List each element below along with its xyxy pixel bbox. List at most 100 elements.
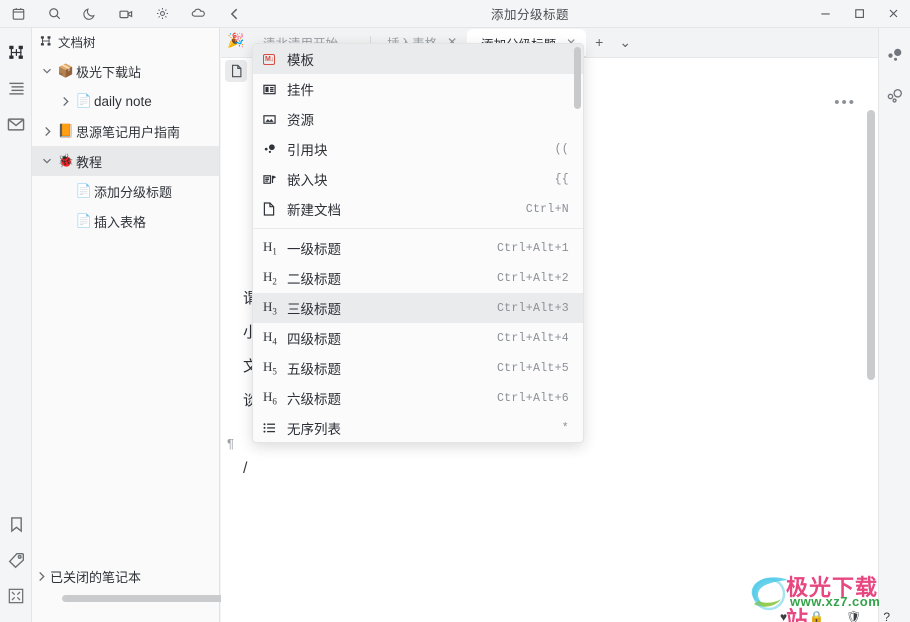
closed-notebooks-label: 已关闭的笔记本 <box>50 569 142 585</box>
paragraph-mark: ¶ <box>227 436 234 451</box>
menu-item-markdown[interactable]: M↓ 模板 <box>253 44 583 74</box>
tree-item-icon: 📄 <box>75 93 93 108</box>
tree-item-label: 添加分级标题 <box>94 184 173 200</box>
chevron-right-icon[interactable] <box>56 86 74 116</box>
calendar-icon[interactable] <box>0 0 36 28</box>
chevron-left-icon[interactable] <box>216 0 252 28</box>
chevron-down-icon[interactable] <box>38 56 56 86</box>
menu-item-shortcut: Ctrl+Alt+5 <box>496 361 569 375</box>
slash-command-line: / <box>243 460 248 477</box>
menu-divider <box>253 228 583 229</box>
menu-item-label: 三级标题 <box>287 302 341 317</box>
menu-item-h1[interactable]: H1 一级标题 Ctrl+Alt+1 <box>253 233 583 263</box>
tree-item[interactable]: 📙 思源笔记用户指南 <box>32 116 219 146</box>
menu-item-shortcut: Ctrl+Alt+2 <box>496 271 569 285</box>
minimize-button[interactable] <box>808 0 842 28</box>
tree-item[interactable]: 📦 极光下载站 <box>32 56 219 86</box>
h1-icon: H1 <box>263 239 277 257</box>
tag-icon[interactable] <box>0 542 32 578</box>
menu-item-bullet-list[interactable]: 无序列表 * <box>253 413 583 442</box>
tree-item-label: 思源笔记用户指南 <box>76 124 181 140</box>
pinned-doc-icon[interactable]: 🎉 <box>227 32 244 49</box>
sidebar-header-label: 文档树 <box>58 35 96 50</box>
doc-tree-header-icon <box>40 35 52 47</box>
moon-icon[interactable] <box>72 0 108 28</box>
slash-menu-scrollbar[interactable] <box>574 47 581 109</box>
tree-item-icon: 📦 <box>57 63 75 78</box>
tree-item-label: 极光下载站 <box>76 64 142 80</box>
menu-item-shortcut: {{ <box>554 172 569 186</box>
menu-item-shortcut: Ctrl+Alt+6 <box>496 391 569 405</box>
app-window: 添加分级标题 文档树 📦 极光下载站 📄 daily note 📙 思源笔记用户… <box>0 0 910 622</box>
video-icon[interactable] <box>108 0 144 28</box>
new-tab-button[interactable]: + <box>586 27 612 57</box>
graph-icon[interactable] <box>879 36 910 76</box>
fullscreen-icon[interactable] <box>0 578 32 614</box>
toolbar-left-group <box>0 0 252 28</box>
menu-item-embed-block[interactable]: 嵌入块 {{ <box>253 164 583 194</box>
menu-item-shortcut: Ctrl+Alt+3 <box>496 301 569 315</box>
menu-item-shortcut: * <box>561 421 569 435</box>
slash-menu-items: M↓ 模板挂件资源引用块 (( 嵌入块 {{ 新建文档 Ctrl+N H1 一级标题 Ctrl+A… <box>253 44 583 442</box>
menu-item-shortcut: (( <box>554 142 569 156</box>
menu-item-image[interactable]: 资源 <box>253 104 583 134</box>
bullet-list-icon <box>263 422 287 434</box>
menu-item-h6[interactable]: H6 六级标题 Ctrl+Alt+6 <box>253 383 583 413</box>
menu-item-label: 嵌入块 <box>287 173 328 188</box>
chevron-down-icon[interactable] <box>38 146 56 176</box>
menu-item-label: 无序列表 <box>287 422 341 437</box>
tree-item-label: daily note <box>94 93 152 109</box>
bookmark-icon[interactable] <box>0 506 32 542</box>
editor-vertical-scrollbar[interactable] <box>867 110 875 380</box>
image-icon <box>263 113 287 126</box>
global-graph-icon[interactable] <box>879 76 910 116</box>
sidebar-header: 文档树 <box>32 28 219 54</box>
tree-item[interactable]: 🐞 教程 <box>32 146 219 176</box>
tree-item-icon: 📄 <box>75 183 93 198</box>
chevron-right-icon[interactable] <box>38 116 56 146</box>
menu-item-shortcut: Ctrl+Alt+4 <box>496 331 569 345</box>
outline-icon[interactable] <box>0 70 32 106</box>
menu-item-h3[interactable]: H3 三级标题 Ctrl+Alt+3 <box>253 293 583 323</box>
closed-notebooks-row[interactable]: 已关闭的笔记本 <box>32 562 220 590</box>
right-icon-rail <box>878 28 910 622</box>
h5-icon: H5 <box>263 359 277 377</box>
maximize-button[interactable] <box>842 0 876 28</box>
menu-item-h2[interactable]: H2 二级标题 Ctrl+Alt+2 <box>253 263 583 293</box>
title-bar: 添加分级标题 <box>0 0 910 28</box>
window-title: 添加分级标题 <box>490 8 569 22</box>
tree-item-icon: 📄 <box>75 213 93 228</box>
tree-item-label: 插入表格 <box>94 214 147 230</box>
menu-item-label: 引用块 <box>287 143 328 158</box>
menu-item-quote-block[interactable]: 引用块 (( <box>253 134 583 164</box>
close-button[interactable] <box>876 0 910 28</box>
slash-command-menu[interactable]: M↓ 模板挂件资源引用块 (( 嵌入块 {{ 新建文档 Ctrl+N H1 一级标题 Ctrl+A… <box>252 43 584 443</box>
menu-item-label: 模板 <box>287 53 314 68</box>
inbox-icon[interactable] <box>0 106 32 142</box>
doc-tree-icon[interactable] <box>0 34 32 70</box>
tree-item[interactable]: 📄 添加分级标题 <box>32 176 219 206</box>
search-icon[interactable] <box>36 0 72 28</box>
tab-list-chevron-icon[interactable]: ⌄ <box>612 27 638 57</box>
menu-item-label: 六级标题 <box>287 392 341 407</box>
markdown-icon: M↓ <box>263 53 276 65</box>
doc-tree-list: 📦 极光下载站 📄 daily note 📙 思源笔记用户指南 🐞 教程 📄 添加分级标题 📄 插入表… <box>32 54 219 236</box>
menu-item-h5[interactable]: H5 五级标题 Ctrl+Alt+5 <box>253 353 583 383</box>
left-icon-rail <box>0 28 32 622</box>
menu-item-label: 四级标题 <box>287 332 341 347</box>
menu-item-label: 一级标题 <box>287 242 341 257</box>
tree-item[interactable]: 📄 插入表格 <box>32 206 219 236</box>
menu-item-label: 新建文档 <box>287 203 341 218</box>
h2-icon: H2 <box>263 269 277 287</box>
tree-item[interactable]: 📄 daily note <box>32 86 219 116</box>
chevron-right-icon[interactable] <box>32 561 50 591</box>
gear-icon[interactable] <box>144 0 180 28</box>
menu-item-h4[interactable]: H4 四级标题 Ctrl+Alt+4 <box>253 323 583 353</box>
window-controls <box>808 0 910 28</box>
menu-item-new-doc[interactable]: 新建文档 Ctrl+N <box>253 194 583 224</box>
menu-item-widget[interactable]: 挂件 <box>253 74 583 104</box>
h4-icon: H4 <box>263 329 277 347</box>
menu-item-label: 挂件 <box>287 83 314 98</box>
cloud-icon[interactable] <box>180 0 216 28</box>
embed-block-icon <box>263 173 287 186</box>
